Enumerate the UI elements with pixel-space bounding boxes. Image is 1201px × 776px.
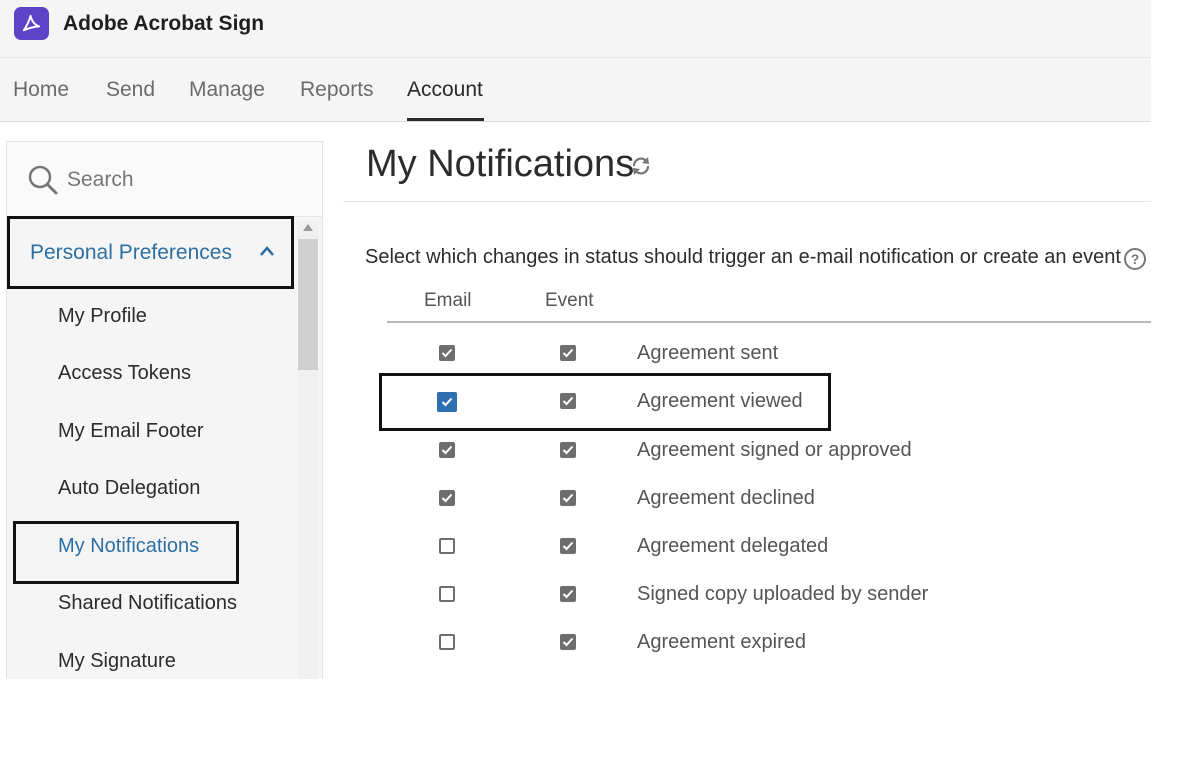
event-checkbox[interactable] <box>560 442 576 458</box>
sidebar-scroll-thumb[interactable] <box>298 239 318 370</box>
section-label: Personal Preferences <box>30 241 232 264</box>
email-checkbox[interactable] <box>439 586 455 602</box>
table-header-divider <box>387 321 1151 323</box>
nav-reports[interactable]: Reports <box>300 78 374 102</box>
main-nav: Home Send Manage Reports Account <box>0 58 1151 122</box>
sidebar-item-my-profile[interactable]: My Profile <box>58 305 147 328</box>
event-checkbox[interactable] <box>560 586 576 602</box>
email-checkbox[interactable] <box>439 345 455 361</box>
svg-text:?: ? <box>1131 251 1140 267</box>
event-checkbox[interactable] <box>560 490 576 506</box>
email-checkbox[interactable] <box>439 634 455 650</box>
sidebar-item-my-email-footer[interactable]: My Email Footer <box>58 420 204 443</box>
table-row: Agreement declined <box>380 478 1151 518</box>
sidebar-item-shared-notifications[interactable]: Shared Notifications <box>58 592 237 615</box>
app-header: Adobe Acrobat Sign <box>0 0 1151 58</box>
acrobat-logo-icon[interactable] <box>14 7 49 40</box>
nav-home[interactable]: Home <box>13 78 69 102</box>
table-row: Agreement sent <box>380 333 1151 373</box>
row-label: Agreement delegated <box>637 535 829 557</box>
instruction-text: Select which changes in status should tr… <box>365 246 1121 268</box>
chevron-up-icon[interactable] <box>259 245 275 257</box>
table-row: Agreement signed or approved <box>380 430 1151 470</box>
sidebar-item-auto-delegation[interactable]: Auto Delegation <box>58 477 200 500</box>
email-checkbox[interactable] <box>439 490 455 506</box>
nav-manage[interactable]: Manage <box>189 78 265 102</box>
event-checkbox[interactable] <box>560 345 576 361</box>
column-header-event: Event <box>545 290 594 311</box>
nav-active-indicator <box>407 118 484 121</box>
sidebar-search[interactable]: Search <box>7 142 322 217</box>
row-label: Agreement expired <box>637 631 806 653</box>
sidebar: Search Personal Preferences My Profile A… <box>6 141 323 679</box>
email-checkbox[interactable] <box>439 442 455 458</box>
row-label: Agreement sent <box>637 342 779 364</box>
sidebar-section-personal-preferences[interactable]: Personal Preferences <box>7 216 294 289</box>
column-header-email: Email <box>424 290 472 311</box>
annotation-box-agreement-viewed <box>379 373 831 431</box>
app-title: Adobe Acrobat Sign <box>63 12 265 35</box>
event-checkbox[interactable] <box>560 634 576 650</box>
table-row: Agreement delegated <box>380 526 1151 566</box>
row-label: Agreement signed or approved <box>637 439 912 461</box>
row-label: Agreement declined <box>637 487 815 509</box>
refresh-icon[interactable] <box>630 155 652 177</box>
search-input[interactable]: Search <box>67 168 134 192</box>
search-icon <box>28 165 58 195</box>
page-title: My Notifications <box>366 143 635 185</box>
sidebar-item-my-signature[interactable]: My Signature <box>58 650 176 673</box>
nav-send[interactable]: Send <box>106 78 155 102</box>
annotation-box-my-notifications <box>13 521 239 584</box>
scroll-up-arrow-icon[interactable] <box>303 224 313 231</box>
help-icon[interactable]: ? <box>1123 247 1147 271</box>
nav-account[interactable]: Account <box>407 78 483 102</box>
event-checkbox[interactable] <box>560 538 576 554</box>
sidebar-item-access-tokens[interactable]: Access Tokens <box>58 362 191 385</box>
table-row: Signed copy uploaded by sender <box>380 574 1151 614</box>
table-row: Agreement expired <box>380 622 1151 662</box>
email-checkbox[interactable] <box>439 538 455 554</box>
row-label: Signed copy uploaded by sender <box>637 583 929 605</box>
title-divider <box>343 201 1151 202</box>
